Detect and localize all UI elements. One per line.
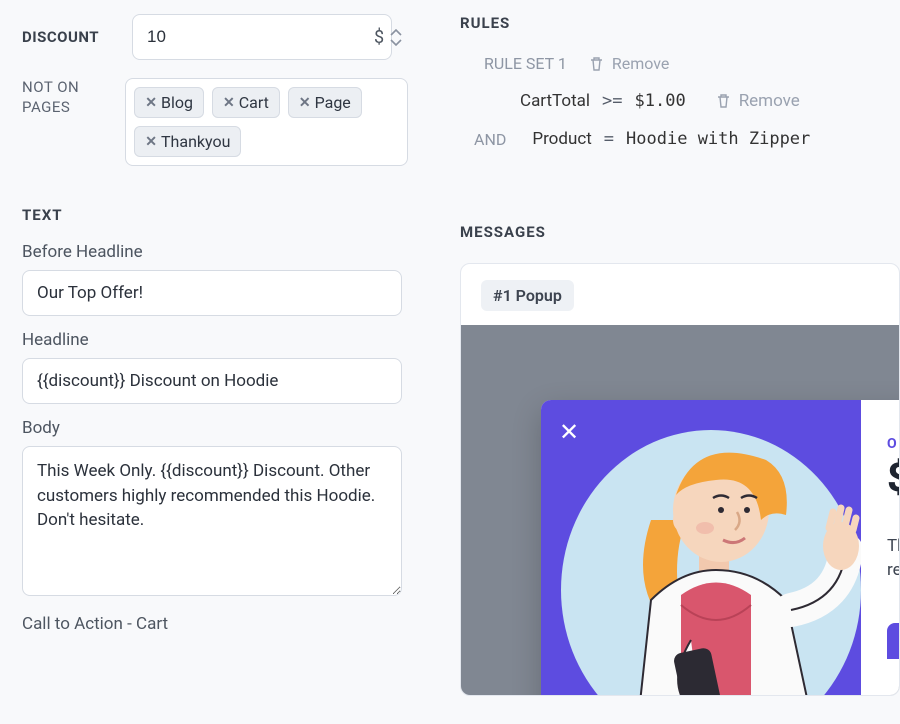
popup-preview-stage: ✕ bbox=[461, 325, 899, 695]
tag-blog[interactable]: ✕Blog bbox=[134, 87, 204, 118]
popup-body-text: Th rec bbox=[887, 535, 899, 583]
tag-cart[interactable]: ✕Cart bbox=[212, 87, 280, 118]
popup-preview: ✕ bbox=[541, 400, 899, 695]
headline-label: Headline bbox=[22, 330, 408, 350]
message-card: #1 Popup ✕ bbox=[460, 263, 900, 696]
discount-unit: $ bbox=[374, 27, 384, 48]
rule-value: $1.00 bbox=[635, 91, 686, 111]
tag-page[interactable]: ✕Page bbox=[288, 87, 362, 118]
body-textarea[interactable] bbox=[22, 446, 402, 596]
remove-rule-button[interactable]: Remove bbox=[716, 91, 800, 111]
message-badge: #1 Popup bbox=[481, 280, 574, 311]
discount-label: DISCOUNT bbox=[22, 28, 132, 46]
remove-rule-set-button[interactable]: Remove bbox=[589, 54, 670, 73]
messages-heading: MESSAGES bbox=[460, 223, 900, 241]
rule-comparator: = bbox=[604, 129, 614, 149]
rule-value: Hoodie with Zipper bbox=[626, 129, 810, 149]
not-on-pages-input[interactable]: ✕Blog ✕Cart ✕Page ✕Thankyou bbox=[125, 78, 408, 166]
body-label: Body bbox=[22, 418, 408, 438]
trash-icon bbox=[589, 56, 604, 72]
close-icon[interactable]: ✕ bbox=[145, 95, 157, 111]
rule-line-2: AND Product = Hoodie with Zipper bbox=[460, 129, 900, 149]
chevron-down-icon bbox=[390, 38, 402, 46]
popup-overline: OU bbox=[887, 436, 899, 452]
before-headline-label: Before Headline bbox=[22, 242, 408, 262]
rule-field: Product bbox=[532, 129, 591, 149]
not-on-pages-label: NOT ON PAGES bbox=[22, 78, 125, 117]
rule-field: CartTotal bbox=[520, 91, 590, 111]
illustration-person bbox=[541, 400, 861, 695]
discount-input[interactable] bbox=[147, 27, 368, 47]
chevron-up-icon bbox=[390, 29, 402, 37]
close-icon[interactable]: ✕ bbox=[145, 134, 157, 150]
discount-stepper[interactable] bbox=[390, 29, 402, 46]
close-icon[interactable]: ✕ bbox=[299, 95, 311, 111]
rule-set-label: RULE SET 1 bbox=[484, 54, 567, 73]
discount-input-wrap[interactable]: $ bbox=[132, 14, 392, 60]
headline-input[interactable] bbox=[22, 358, 402, 404]
close-icon[interactable]: ✕ bbox=[223, 95, 235, 111]
popup-price: $ bbox=[887, 454, 899, 501]
rule-line-1: CartTotal >= $1.00 Remove bbox=[460, 91, 900, 111]
trash-icon bbox=[716, 93, 731, 109]
popup-cta-button[interactable] bbox=[887, 623, 899, 659]
before-headline-input[interactable] bbox=[22, 270, 402, 316]
rule-comparator: >= bbox=[602, 91, 622, 111]
tag-thankyou[interactable]: ✕Thankyou bbox=[134, 126, 241, 157]
rules-heading: RULES bbox=[460, 14, 900, 32]
cta-cart-label: Call to Action - Cart bbox=[22, 614, 408, 634]
text-section-heading: TEXT bbox=[22, 206, 408, 224]
and-label: AND bbox=[474, 130, 506, 149]
